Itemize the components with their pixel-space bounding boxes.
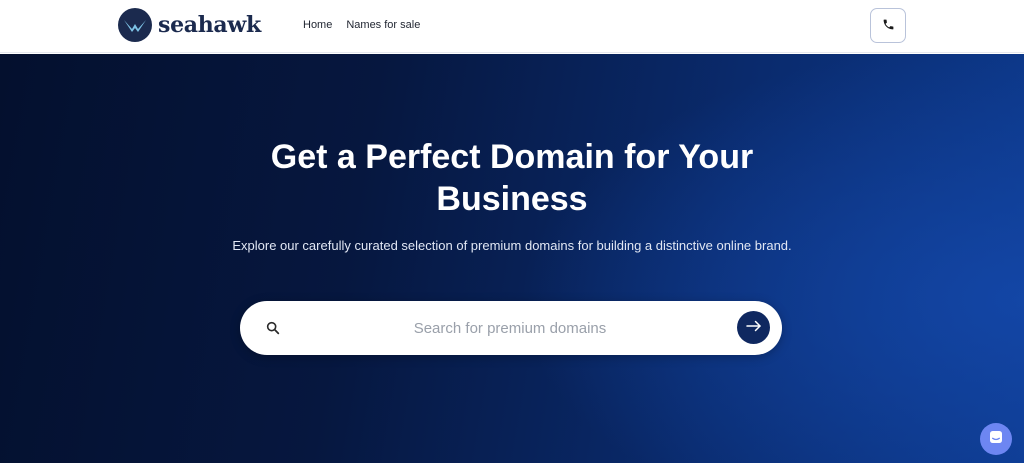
hero-subtitle: Explore our carefully curated selection … <box>232 238 792 253</box>
hero-section: Get a Perfect Domain for Your Business E… <box>0 54 1024 463</box>
phone-icon <box>882 18 895 34</box>
main-nav: Home Names for sale <box>303 19 434 31</box>
logo[interactable]: seahawk <box>118 8 261 42</box>
nav-link-home[interactable]: Home <box>303 19 332 31</box>
arrow-right-icon <box>745 320 762 335</box>
hero-title: Get a Perfect Domain for Your Business <box>270 138 754 218</box>
search-submit-button[interactable] <box>737 311 770 344</box>
chat-widget-button[interactable] <box>980 423 1012 455</box>
domain-search-input[interactable] <box>300 313 720 343</box>
search-icon <box>265 320 281 336</box>
domain-search-bar <box>240 301 782 355</box>
nav-link-names-for-sale[interactable]: Names for sale <box>346 19 420 31</box>
site-header: seahawk Home Names for sale <box>0 0 1024 53</box>
chat-icon <box>988 429 1004 450</box>
phone-button[interactable] <box>870 8 906 43</box>
logo-text: seahawk <box>158 12 261 38</box>
seahawk-logo-icon <box>118 8 152 42</box>
